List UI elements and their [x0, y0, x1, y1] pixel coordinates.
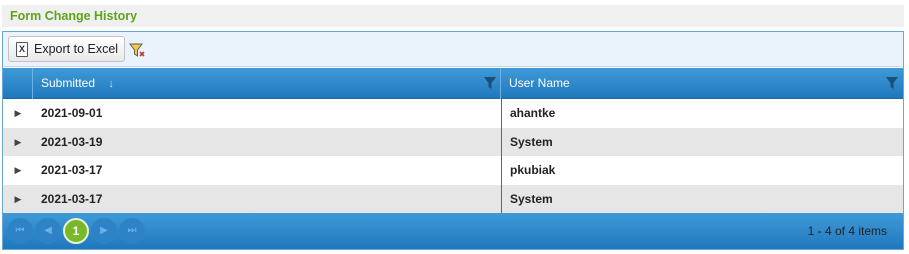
grid-pager: ⏮ ◀ 1 ▶ ⏭ 1 - 4 of 4 items — [3, 213, 903, 249]
submitted-cell: 2021-03-19 — [41, 134, 103, 149]
user-name-cell: System — [501, 127, 903, 156]
column-header-user-name-label: User Name — [509, 76, 570, 90]
table-row[interactable]: ▶ 2021-03-17 pkubiak — [3, 156, 903, 185]
grid-toolbar: Export to Excel — [3, 32, 903, 67]
grid-body: ▶ 2021-09-01 ahantke ▶ 2021-03-19 System… — [3, 99, 903, 213]
expand-row-icon[interactable]: ▶ — [3, 185, 33, 214]
panel-title: Form Change History — [10, 9, 138, 23]
filter-icon[interactable] — [885, 76, 899, 90]
pager-info: 1 - 4 of 4 items — [807, 224, 887, 238]
current-page-button[interactable]: 1 — [63, 218, 89, 244]
last-page-button[interactable]: ⏭ — [119, 218, 145, 244]
expand-column-header — [3, 68, 33, 99]
expand-row-icon[interactable]: ▶ — [3, 99, 33, 128]
panel-header: Form Change History — [2, 5, 904, 27]
export-button-label: Export to Excel — [34, 42, 119, 56]
export-to-excel-button[interactable]: Export to Excel — [8, 36, 125, 62]
user-name-cell: ahantke — [501, 99, 903, 128]
user-name-cell: pkubiak — [501, 156, 903, 185]
next-page-button[interactable]: ▶ — [91, 218, 117, 244]
first-page-button[interactable]: ⏮ — [7, 218, 33, 244]
table-row[interactable]: ▶ 2021-03-19 System — [3, 127, 903, 157]
sort-descending-icon: ↓ — [108, 78, 114, 90]
submitted-cell: 2021-03-17 — [41, 163, 103, 177]
column-header-submitted[interactable]: Submitted ↓ — [33, 68, 501, 99]
column-header-submitted-label: Submitted — [41, 76, 96, 90]
previous-page-button[interactable]: ◀ — [35, 218, 61, 244]
table-row[interactable]: ▶ 2021-09-01 ahantke — [3, 99, 903, 128]
table-row[interactable]: ▶ 2021-03-17 System — [3, 184, 903, 214]
column-header-user-name[interactable]: User Name — [501, 68, 903, 99]
user-name-cell: System — [501, 184, 903, 213]
submitted-cell: 2021-03-17 — [41, 191, 103, 206]
filter-icon[interactable] — [483, 76, 497, 90]
expand-row-icon[interactable]: ▶ — [3, 128, 33, 157]
submitted-cell: 2021-09-01 — [41, 106, 103, 120]
history-grid: Export to Excel Submitted ↓ User Name ▶ … — [2, 31, 904, 250]
clear-filter-icon[interactable] — [129, 42, 145, 58]
excel-icon — [16, 41, 28, 57]
grid-header: Submitted ↓ User Name — [3, 68, 903, 99]
expand-row-icon[interactable]: ▶ — [3, 156, 33, 185]
